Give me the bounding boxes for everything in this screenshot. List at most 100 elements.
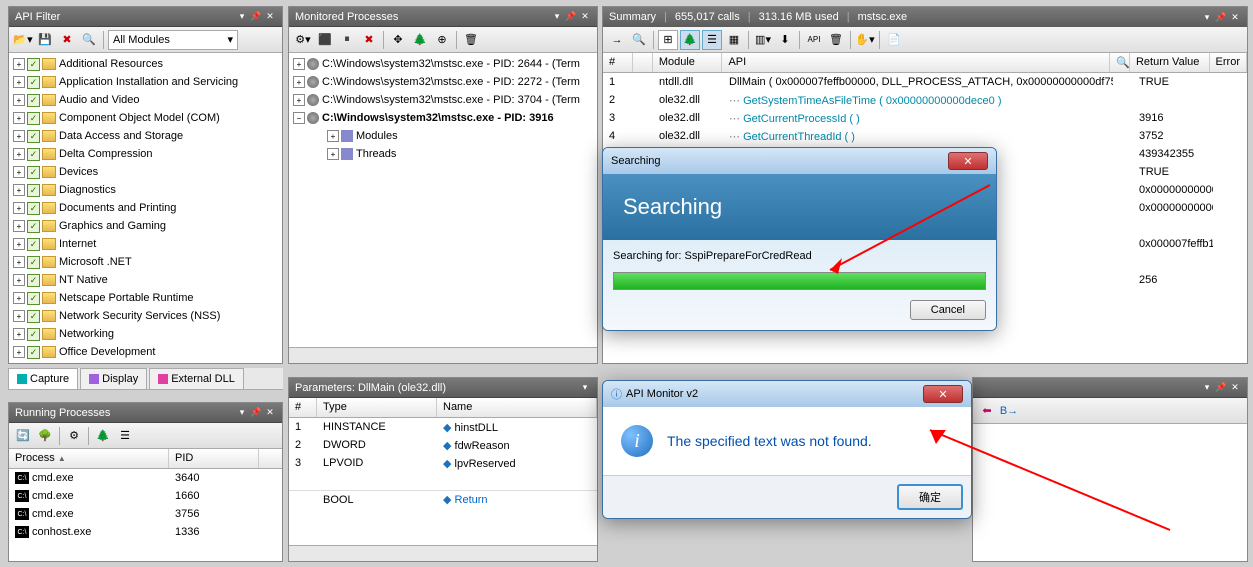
- expand-icon[interactable]: +: [13, 148, 25, 160]
- api-filter-item[interactable]: +✓Network Security Services (NSS): [11, 307, 280, 325]
- col-type[interactable]: Type: [317, 398, 437, 417]
- api-call-row[interactable]: 3ole32.dll⋯ GetCurrentProcessId ( )3916: [603, 109, 1247, 127]
- expand-icon[interactable]: +: [13, 94, 25, 106]
- checkbox[interactable]: ✓: [27, 346, 40, 359]
- grid-icon[interactable]: ⊞: [658, 30, 678, 50]
- api-filter-item[interactable]: +✓Office Development: [11, 343, 280, 361]
- flat-view-icon[interactable]: ☰: [115, 426, 135, 446]
- panel-pin-icon[interactable]: 📌: [565, 11, 577, 23]
- api-filter-item[interactable]: +✓Component Object Model (COM): [11, 109, 280, 127]
- pause-icon[interactable]: ⏸: [337, 30, 357, 50]
- checkbox[interactable]: ✓: [27, 58, 40, 71]
- toggle-icon[interactable]: ⬛: [315, 30, 335, 50]
- open-icon[interactable]: 📂▾: [13, 30, 33, 50]
- panel-dropdown-icon[interactable]: ▾: [236, 11, 248, 23]
- panel-close-icon[interactable]: ✕: [264, 11, 276, 23]
- col-pid[interactable]: PID: [169, 449, 259, 468]
- api-filter-item[interactable]: +✓Netscape Portable Runtime: [11, 289, 280, 307]
- expand-icon[interactable]: +: [13, 238, 25, 250]
- process-item[interactable]: +C:\Windows\system32\mstsc.exe - PID: 22…: [291, 73, 595, 91]
- col-name[interactable]: Name: [437, 398, 597, 417]
- checkbox[interactable]: ✓: [27, 166, 40, 179]
- process-item[interactable]: +C:\Windows\system32\mstsc.exe - PID: 37…: [291, 91, 595, 109]
- panel-dropdown-icon[interactable]: ▾: [236, 407, 248, 419]
- col-process[interactable]: Process ▲: [9, 449, 169, 468]
- add-process-icon[interactable]: ⚙▾: [293, 30, 313, 50]
- process-row[interactable]: C:\cmd.exe1660: [9, 487, 282, 505]
- checkbox[interactable]: ✓: [27, 184, 40, 197]
- tree-view-icon[interactable]: 🌲: [93, 426, 113, 446]
- tab-external[interactable]: External DLL: [149, 368, 244, 389]
- expand-icon[interactable]: +: [13, 220, 25, 232]
- col-num[interactable]: #: [289, 398, 317, 417]
- goto-icon[interactable]: →: [607, 30, 627, 50]
- checkbox[interactable]: ✓: [27, 328, 40, 341]
- col-module[interactable]: Module: [653, 53, 723, 72]
- expand-icon[interactable]: +: [13, 202, 25, 214]
- api-filter-item[interactable]: +✓Devices: [11, 163, 280, 181]
- expand-icon[interactable]: +: [13, 274, 25, 286]
- checkbox[interactable]: ✓: [27, 112, 40, 125]
- param-row[interactable]: 3LPVOID◆ lpvReserved: [289, 454, 597, 472]
- expand-icon[interactable]: ⊕: [432, 30, 452, 50]
- list-icon[interactable]: ☰: [702, 30, 722, 50]
- expand-icon[interactable]: +: [13, 346, 25, 358]
- expand-icon[interactable]: +: [13, 76, 25, 88]
- expand-icon[interactable]: +: [13, 256, 25, 268]
- panel-dropdown-icon[interactable]: ▾: [551, 11, 563, 23]
- checkbox[interactable]: ✓: [27, 256, 40, 269]
- ok-button[interactable]: 确定: [897, 484, 963, 510]
- trash-icon[interactable]: 🗑: [461, 30, 481, 50]
- expand-icon[interactable]: +: [13, 328, 25, 340]
- api-filter-item[interactable]: +✓Diagnostics: [11, 181, 280, 199]
- modules-dropdown[interactable]: All Modules▾: [108, 30, 238, 50]
- tree-icon[interactable]: 🌳: [35, 426, 55, 446]
- panel-pin-icon[interactable]: 📌: [1215, 382, 1227, 394]
- col-search-icon[interactable]: 🔍: [1110, 53, 1130, 72]
- api-filter-item[interactable]: +✓Documents and Printing: [11, 199, 280, 217]
- columns-icon[interactable]: ▥▾: [753, 30, 773, 50]
- detail-icon[interactable]: ▦: [724, 30, 744, 50]
- api-icon[interactable]: API: [804, 30, 824, 50]
- api-call-row[interactable]: 2ole32.dll⋯ GetSystemTimeAsFileTime ( 0x…: [603, 91, 1247, 109]
- clear-icon[interactable]: 🗑: [826, 30, 846, 50]
- api-filter-item[interactable]: +✓Graphics and Gaming: [11, 217, 280, 235]
- col-api[interactable]: API: [722, 53, 1110, 72]
- api-filter-item[interactable]: +✓NT Native: [11, 271, 280, 289]
- param-row[interactable]: 2DWORD◆ fdwReason: [289, 436, 597, 454]
- expand-icon[interactable]: +: [293, 58, 305, 70]
- api-filter-item[interactable]: +✓Audio and Video: [11, 91, 280, 109]
- process-row[interactable]: C:\conhost.exe1336: [9, 523, 282, 541]
- expand-icon[interactable]: +: [327, 130, 339, 142]
- expand-icon[interactable]: +: [13, 310, 25, 322]
- checkbox[interactable]: ✓: [27, 76, 40, 89]
- remove-icon[interactable]: ✖: [359, 30, 379, 50]
- refresh-icon[interactable]: 🔄: [13, 426, 33, 446]
- checkbox[interactable]: ✓: [27, 310, 40, 323]
- attach-icon[interactable]: ⚙: [64, 426, 84, 446]
- cancel-button[interactable]: Cancel: [910, 300, 986, 320]
- return-row[interactable]: BOOL ◆ Return: [289, 490, 597, 508]
- process-row[interactable]: C:\cmd.exe3640: [9, 469, 282, 487]
- tab-capture[interactable]: Capture: [8, 368, 78, 389]
- panel-pin-icon[interactable]: 📌: [1215, 11, 1227, 23]
- close-button[interactable]: ✕: [923, 385, 963, 403]
- expand-icon[interactable]: −: [293, 112, 305, 124]
- panel-dropdown-icon[interactable]: ▾: [1201, 382, 1213, 394]
- nav-icon[interactable]: ⬅: [977, 401, 997, 421]
- api-filter-item[interactable]: +✓Internet: [11, 235, 280, 253]
- api-call-row[interactable]: 4ole32.dll⋯ GetCurrentThreadId ( )3752: [603, 127, 1247, 145]
- checkbox[interactable]: ✓: [27, 220, 40, 233]
- api-filter-item[interactable]: +✓Delta Compression: [11, 145, 280, 163]
- expand-icon[interactable]: +: [293, 76, 305, 88]
- expand-icon[interactable]: +: [13, 184, 25, 196]
- checkbox[interactable]: ✓: [27, 238, 40, 251]
- col-return[interactable]: Return Value: [1130, 53, 1210, 72]
- hand-icon[interactable]: ✋▾: [855, 30, 875, 50]
- close-button[interactable]: ✕: [948, 152, 988, 170]
- scrollbar[interactable]: [289, 545, 597, 561]
- tree-view-icon[interactable]: 🌲: [680, 30, 700, 50]
- checkbox[interactable]: ✓: [27, 94, 40, 107]
- expand-icon[interactable]: +: [293, 94, 305, 106]
- checkbox[interactable]: ✓: [27, 148, 40, 161]
